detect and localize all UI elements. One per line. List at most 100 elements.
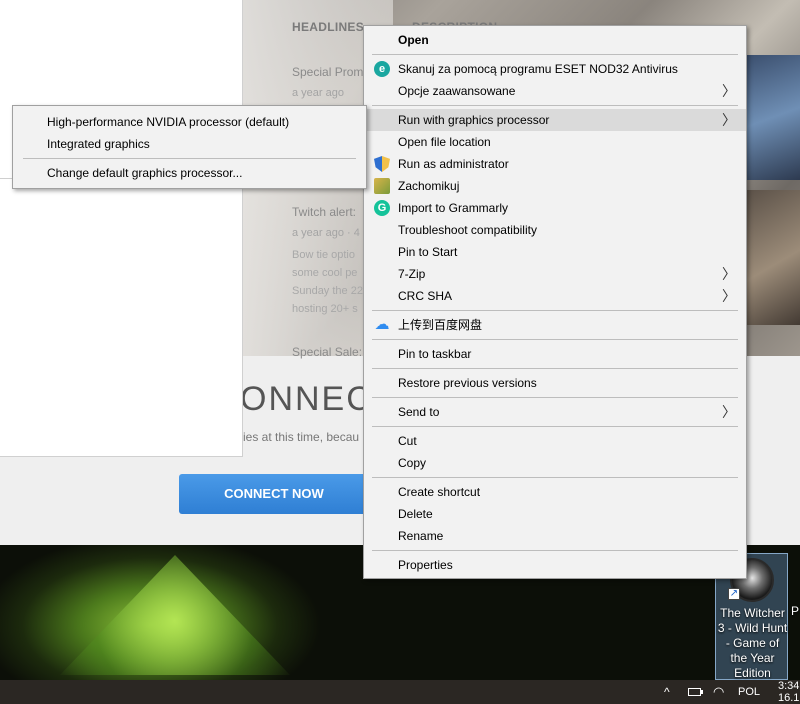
submenu-item-label: High-performance NVIDIA processor (defau…: [47, 115, 290, 129]
menu-item-label: 上传到百度网盘: [398, 318, 483, 332]
connect-subtitle: ies at this time, becau: [243, 430, 360, 444]
menu-item-label: Properties: [398, 558, 453, 572]
menu-item-advanced-options[interactable]: Opcje zaawansowane 〉: [364, 80, 746, 102]
thumbnail-image: [745, 190, 800, 325]
connect-now-button[interactable]: CONNECT NOW: [179, 474, 369, 514]
clock-time: 3:34: [778, 680, 800, 692]
menu-item-label: Pin to Start: [398, 245, 458, 259]
submenu-item-nvidia[interactable]: High-performance NVIDIA processor (defau…: [13, 111, 366, 133]
menu-item-label: Open file location: [398, 135, 491, 149]
chevron-right-icon: 〉: [722, 288, 736, 304]
menu-item-restore-versions[interactable]: Restore previous versions: [364, 372, 746, 394]
menu-separator: [372, 397, 738, 398]
menu-separator: [372, 105, 738, 106]
menu-item-open[interactable]: Open: [364, 29, 746, 51]
chevron-right-icon: 〉: [722, 112, 736, 128]
left-white-panel: [0, 0, 243, 457]
menu-item-label: 7-Zip: [398, 267, 426, 281]
clock[interactable]: 3:34 16.1: [778, 680, 800, 704]
menu-separator: [372, 54, 738, 55]
submenu-item-label: Integrated graphics: [47, 137, 150, 151]
article-meta: a year ago · 4: [292, 227, 360, 239]
menu-separator: [372, 310, 738, 311]
article-body-line: Bow tie optio: [292, 249, 355, 261]
menu-separator: [372, 339, 738, 340]
menu-item-label: Cut: [398, 434, 417, 448]
menu-item-properties[interactable]: Properties: [364, 554, 746, 576]
menu-item-label: Troubleshoot compatibility: [398, 223, 537, 237]
menu-item-label: Delete: [398, 507, 433, 521]
menu-item-pin-to-start[interactable]: Pin to Start: [364, 241, 746, 263]
divider: [0, 178, 12, 179]
baidu-cloud-icon: ☁: [374, 316, 390, 333]
article-body-line: some cool pe: [292, 267, 358, 279]
menu-separator: [372, 368, 738, 369]
menu-item-delete[interactable]: Delete: [364, 503, 746, 525]
menu-item-run-with-gpu[interactable]: Run with graphics processor 〉: [364, 109, 746, 131]
desktop-icon-label: The Witcher 3 - Wild Hunt - Game of the …: [717, 606, 788, 680]
menu-item-label: Pin to taskbar: [398, 347, 472, 361]
submenu-item-integrated[interactable]: Integrated graphics: [13, 133, 366, 155]
submenu-item-label: Change default graphics processor...: [47, 166, 243, 180]
menu-separator: [23, 158, 356, 159]
menu-item-label: Send to: [398, 405, 440, 419]
menu-item-import-grammarly[interactable]: G Import to Grammarly: [364, 197, 746, 219]
article-title[interactable]: Special Sale:: [292, 345, 362, 359]
menu-item-label: Copy: [398, 456, 427, 470]
gpu-submenu: High-performance NVIDIA processor (defau…: [12, 105, 367, 189]
menu-item-label: Create shortcut: [398, 485, 481, 499]
menu-item-label: CRC SHA: [398, 289, 453, 303]
tray-chevron-up-icon[interactable]: ^: [664, 680, 670, 704]
menu-item-zachomikuj[interactable]: Zachomikuj: [364, 175, 746, 197]
menu-item-eset-scan[interactable]: e Skanuj za pomocą programu ESET NOD32 An…: [364, 58, 746, 80]
menu-item-label: Rename: [398, 529, 444, 543]
menu-item-label: Skanuj za pomocą programu ESET NOD32 Ant…: [398, 62, 678, 76]
menu-item-pin-to-taskbar[interactable]: Pin to taskbar: [364, 343, 746, 365]
eset-icon: e: [374, 61, 390, 77]
menu-item-create-shortcut[interactable]: Create shortcut: [364, 481, 746, 503]
menu-item-crc-sha[interactable]: CRC SHA 〉: [364, 285, 746, 307]
shortcut-arrow-icon: ↗: [728, 588, 740, 600]
shield-icon: [374, 156, 390, 172]
menu-item-label: Run with graphics processor: [398, 113, 550, 127]
menu-item-send-to[interactable]: Send to 〉: [364, 401, 746, 423]
menu-item-troubleshoot[interactable]: Troubleshoot compatibility: [364, 219, 746, 241]
menu-item-label: Zachomikuj: [398, 179, 460, 193]
menu-separator: [372, 550, 738, 551]
tab-headlines[interactable]: HEADLINES: [292, 20, 364, 34]
wifi-icon[interactable]: ◠: [713, 680, 724, 704]
submenu-item-change-default[interactable]: Change default graphics processor...: [13, 162, 366, 184]
wallpaper-tent-glow: [60, 555, 290, 675]
menu-item-copy[interactable]: Copy: [364, 452, 746, 474]
menu-item-7zip[interactable]: 7-Zip 〉: [364, 263, 746, 285]
menu-item-cut[interactable]: Cut: [364, 430, 746, 452]
article-body-line: hosting 20+ s: [292, 303, 358, 315]
menu-item-label: Open: [398, 33, 429, 47]
menu-item-label: Import to Grammarly: [398, 201, 509, 215]
clock-date: 16.1: [778, 692, 800, 704]
menu-item-label: Run as administrator: [398, 157, 509, 171]
thumbnail-image: [745, 55, 800, 180]
menu-item-run-as-admin[interactable]: Run as administrator: [364, 153, 746, 175]
grammarly-icon: G: [374, 200, 390, 216]
battery-icon[interactable]: [688, 680, 704, 704]
context-menu: Open e Skanuj za pomocą programu ESET NOD…: [363, 25, 747, 579]
menu-item-label: Restore previous versions: [398, 376, 537, 390]
language-indicator[interactable]: POL: [738, 680, 760, 704]
menu-item-open-file-location[interactable]: Open file location: [364, 131, 746, 153]
chevron-right-icon: 〉: [722, 266, 736, 282]
article-body-line: Sunday the 22: [292, 285, 363, 297]
taskbar: ^ ◠ POL 3:34 16.1: [0, 680, 800, 704]
menu-item-rename[interactable]: Rename: [364, 525, 746, 547]
desktop-icon-partial[interactable]: P: [791, 604, 799, 618]
chomikuj-icon: [374, 178, 390, 194]
article-meta: a year ago: [292, 87, 344, 99]
menu-item-baidu-upload[interactable]: ☁ 上传到百度网盘: [364, 314, 746, 336]
menu-separator: [372, 426, 738, 427]
menu-item-label: Opcje zaawansowane: [398, 84, 516, 98]
chevron-right-icon: 〉: [722, 404, 736, 420]
article-title[interactable]: Special Prom: [292, 65, 363, 79]
menu-separator: [372, 477, 738, 478]
article-title[interactable]: Twitch alert:: [292, 205, 356, 219]
chevron-right-icon: 〉: [722, 83, 736, 99]
